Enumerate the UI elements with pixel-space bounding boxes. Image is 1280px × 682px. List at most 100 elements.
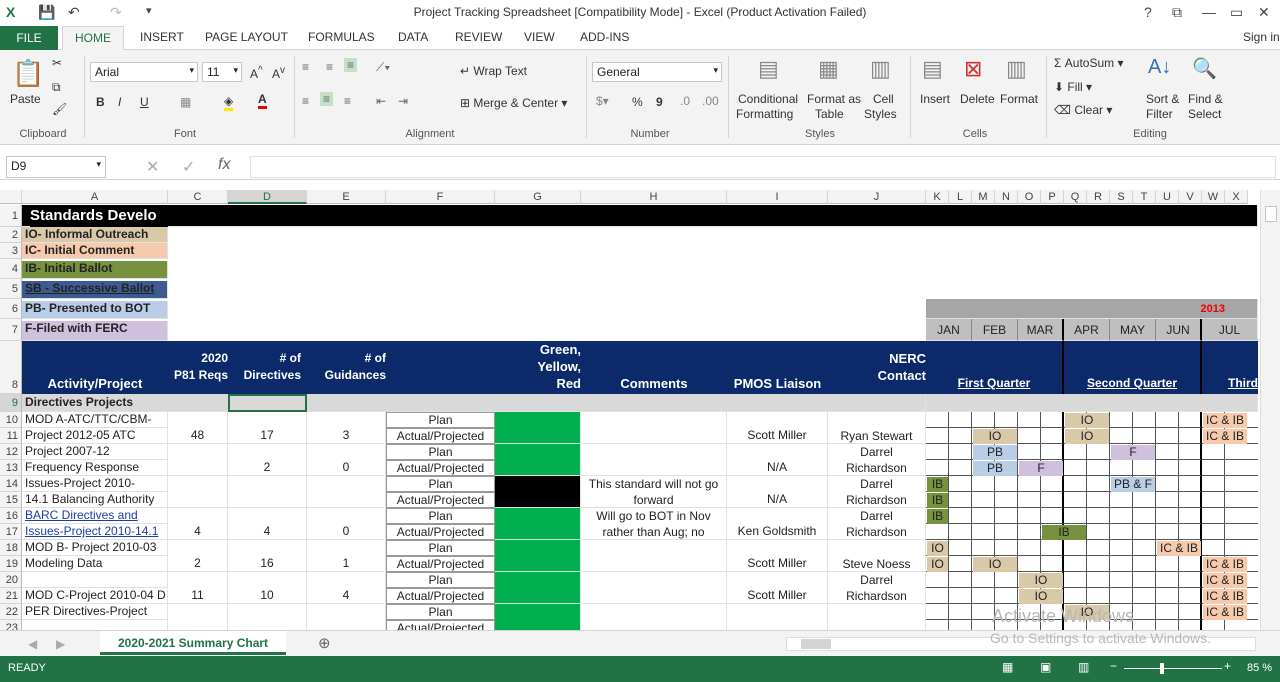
status-color[interactable]: [495, 572, 581, 604]
timeline-cell[interactable]: [1156, 572, 1179, 588]
format-as-table-icon[interactable]: ▦: [818, 56, 839, 82]
column-header[interactable]: I: [727, 190, 828, 204]
tab-insert[interactable]: INSERT: [140, 30, 184, 44]
plan-label[interactable]: Plan: [386, 572, 495, 588]
comma-button[interactable]: 9: [656, 95, 663, 109]
sort-filter-label-1[interactable]: Sort &: [1146, 92, 1179, 106]
column-header[interactable]: O: [1018, 190, 1041, 204]
directives-count[interactable]: 10: [228, 572, 307, 604]
enter-icon[interactable]: ✓: [182, 157, 195, 177]
row-header[interactable]: 1: [0, 205, 22, 227]
plan-label[interactable]: Plan: [386, 444, 495, 460]
activity-line1[interactable]: MOD B- Project 2010-03: [22, 540, 168, 556]
timeline-cell[interactable]: [949, 428, 972, 444]
timeline-cell[interactable]: [1202, 508, 1225, 524]
format-painter-icon[interactable]: 🖌: [52, 102, 67, 116]
timeline-cell[interactable]: [1110, 540, 1133, 556]
paste-icon[interactable]: 📋: [12, 58, 44, 89]
borders-icon[interactable]: ▦: [180, 95, 191, 109]
column-header[interactable]: H: [581, 190, 727, 204]
timeline-cell[interactable]: [1202, 524, 1225, 540]
timeline-cell[interactable]: [972, 508, 995, 524]
timeline-cell[interactable]: [1018, 412, 1041, 428]
timeline-cell[interactable]: [1064, 588, 1087, 604]
status-color[interactable]: [495, 444, 581, 476]
tab-add-ins[interactable]: ADD-INS: [580, 30, 629, 44]
cell-styles-label-1[interactable]: Cell: [873, 92, 894, 106]
close-button[interactable]: ✕: [1258, 4, 1270, 21]
timeline-cell[interactable]: [949, 572, 972, 588]
timeline-cell[interactable]: [1110, 460, 1133, 476]
comments[interactable]: [581, 412, 727, 444]
fill-button[interactable]: ⬇ Fill ▾: [1054, 80, 1092, 94]
timeline-cell[interactable]: [1087, 508, 1110, 524]
timeline-cell[interactable]: [1179, 572, 1202, 588]
actual-label[interactable]: Actual/Projected: [386, 556, 495, 572]
comments[interactable]: [581, 444, 727, 476]
timeline-cell[interactable]: [1179, 492, 1202, 508]
activity-line2[interactable]: Modeling Data: [22, 556, 168, 572]
guidances-count[interactable]: [307, 476, 386, 508]
column-header[interactable]: X: [1225, 190, 1248, 204]
timeline-cell[interactable]: [1133, 604, 1156, 620]
row-header[interactable]: 12: [0, 444, 22, 460]
actual-label[interactable]: Actual/Projected: [386, 588, 495, 604]
find-select-icon[interactable]: 🔍: [1192, 56, 1217, 81]
plan-label[interactable]: Plan: [386, 476, 495, 492]
timeline-cell[interactable]: [972, 492, 995, 508]
timeline-cell[interactable]: [1087, 444, 1110, 460]
column-header[interactable]: P: [1041, 190, 1064, 204]
row-header[interactable]: 19: [0, 556, 22, 572]
timeline-cell[interactable]: [1064, 460, 1087, 476]
align-top-icon[interactable]: ≡: [302, 60, 309, 74]
row-header[interactable]: 17: [0, 524, 22, 540]
row-header[interactable]: 8: [0, 341, 22, 394]
timeline-cell[interactable]: [949, 556, 972, 572]
timeline-cell[interactable]: [1156, 444, 1179, 460]
horizontal-scroll-thumb[interactable]: [801, 639, 831, 649]
name-box[interactable]: D9 ▾: [6, 156, 106, 178]
pmos-liaison[interactable]: [727, 604, 828, 630]
timeline-cell[interactable]: [1110, 524, 1133, 540]
timeline-cell[interactable]: [972, 412, 995, 428]
align-left-icon[interactable]: ≡: [302, 94, 309, 108]
timeline-cell[interactable]: [1133, 540, 1156, 556]
timeline-cell[interactable]: [1156, 492, 1179, 508]
activity-line1[interactable]: MOD A-ATC/TTC/CBM-: [22, 412, 168, 428]
p81-reqs[interactable]: [168, 604, 228, 630]
p81-reqs[interactable]: [168, 444, 228, 476]
activity-line2[interactable]: 14.1 Balancing Authority: [22, 492, 168, 508]
tab-formulas[interactable]: FORMULAS: [308, 30, 375, 44]
tab-review[interactable]: REVIEW: [455, 30, 502, 44]
timeline-cell[interactable]: [949, 492, 972, 508]
tab-data[interactable]: DATA: [398, 30, 428, 44]
timeline-cell[interactable]: [1156, 556, 1179, 572]
timeline-cell[interactable]: [1041, 476, 1064, 492]
grow-font-icon[interactable]: A^: [250, 65, 263, 81]
p81-reqs[interactable]: 4: [168, 508, 228, 540]
format-as-table-label-2[interactable]: Table: [815, 107, 844, 121]
timeline-cell[interactable]: [1156, 620, 1179, 630]
timeline-cell[interactable]: [949, 524, 972, 540]
p81-reqs[interactable]: [168, 476, 228, 508]
timeline-cell[interactable]: [1202, 492, 1225, 508]
timeline-cell[interactable]: [1202, 540, 1225, 556]
timeline-cell[interactable]: [1133, 508, 1156, 524]
status-color[interactable]: [495, 476, 581, 508]
timeline-cell[interactable]: [1179, 412, 1202, 428]
italic-button[interactable]: I: [118, 95, 121, 109]
timeline-cell[interactable]: [1133, 588, 1156, 604]
timeline-cell[interactable]: [1087, 492, 1110, 508]
row-header[interactable]: 23: [0, 620, 22, 630]
timeline-cell[interactable]: [949, 604, 972, 620]
row-header[interactable]: 21: [0, 588, 22, 604]
timeline-cell[interactable]: [1179, 444, 1202, 460]
timeline-cell[interactable]: [1133, 412, 1156, 428]
timeline-cell[interactable]: [1018, 492, 1041, 508]
timeline-cell[interactable]: [1087, 524, 1110, 540]
cell-styles-label-2[interactable]: Styles: [864, 107, 897, 121]
timeline-cell[interactable]: [972, 572, 995, 588]
guidances-count[interactable]: [307, 604, 386, 630]
find-select-label-2[interactable]: Select: [1188, 107, 1221, 121]
zoom-in-icon[interactable]: +: [1224, 659, 1231, 673]
